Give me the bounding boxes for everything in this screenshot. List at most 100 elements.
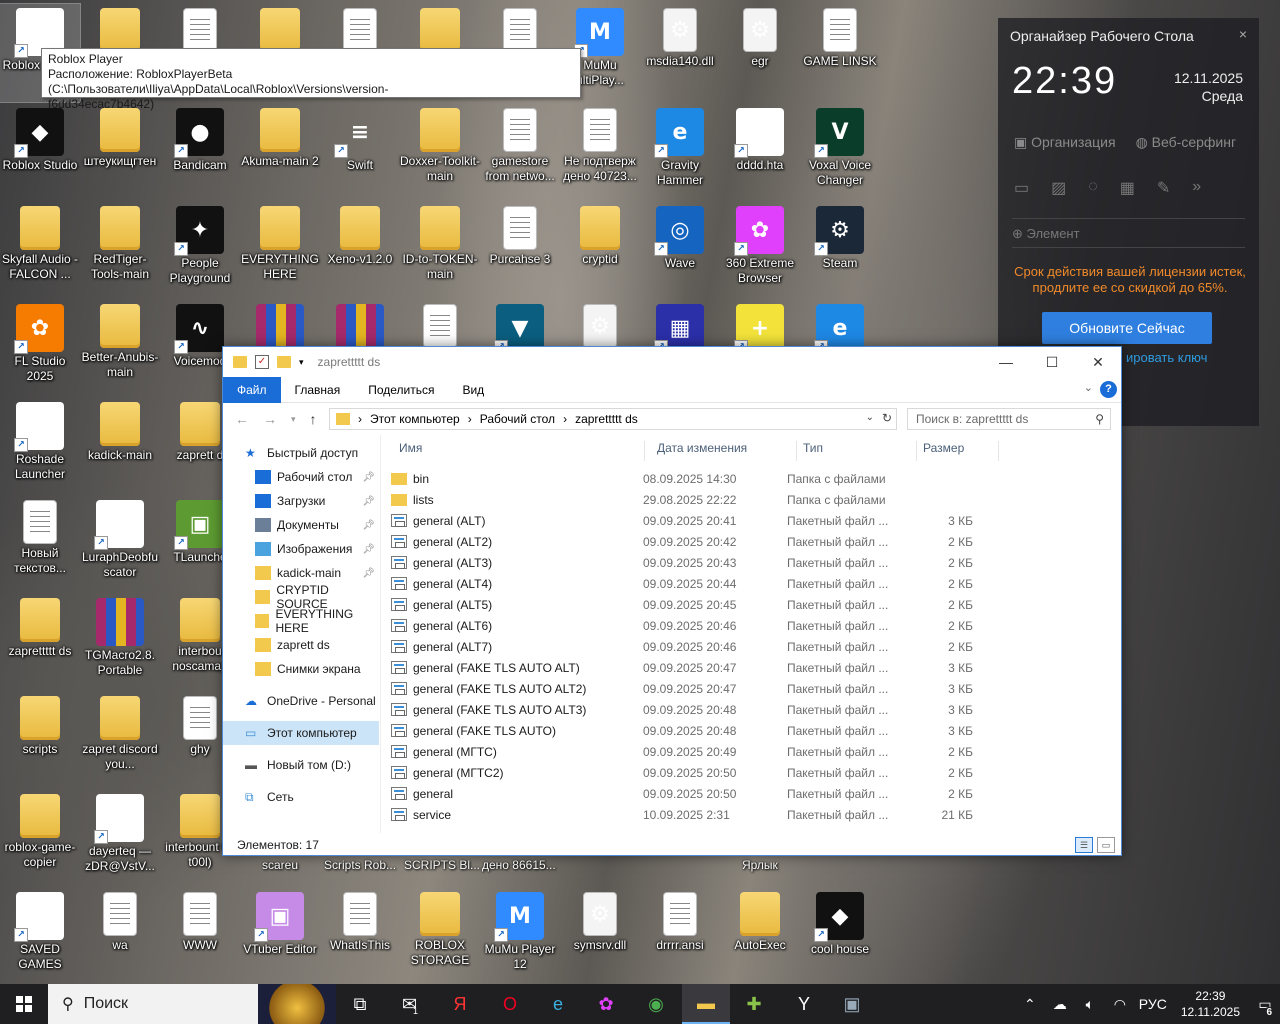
- widget-close-button[interactable]: ×: [1239, 26, 1247, 42]
- image-icon[interactable]: ▨: [1051, 178, 1066, 198]
- column-date[interactable]: Дата изменения: [651, 441, 797, 461]
- chevron-up-icon[interactable]: ⌃: [1015, 984, 1045, 1024]
- system-app-icon[interactable]: ▣: [828, 984, 876, 1024]
- table-row[interactable]: general (ALT) 09.09.2025 20:41 Пакетный фа…: [391, 510, 991, 531]
- yandex-app-icon[interactable]: Я: [436, 984, 484, 1024]
- calculator-icon[interactable]: ▦: [1120, 178, 1135, 198]
- address-bar[interactable]: › Этот компьютер › Рабочий стол › zapret…: [329, 408, 897, 430]
- activate-key-link[interactable]: ировать ключ: [1126, 350, 1207, 365]
- desktop-icon[interactable]: ▰ ↗ SAVED GAMES: [0, 888, 80, 986]
- back-arrow-icon[interactable]: ←: [235, 411, 249, 427]
- desktop-icon[interactable]: Doxxer-Toolkit-main: [400, 104, 480, 202]
- nav-item-img[interactable]: Изображения 📌︎: [223, 537, 379, 561]
- update-now-button[interactable]: Обновите Сейчас: [1042, 312, 1212, 344]
- desktop-icon[interactable]: ◉ ↗ dayerteq — zDR@VstV...: [80, 790, 160, 888]
- desktop-icon[interactable]: GAME LINSK: [800, 4, 880, 102]
- desktop-icon[interactable]: ◆ ↗ Roshade Launcher: [0, 398, 80, 496]
- search-input[interactable]: Поиск в: zaprettttt ds ⚲: [907, 408, 1111, 430]
- drive-icon[interactable]: ▭: [1014, 178, 1029, 198]
- desktop-icon[interactable]: drrrr.ansi: [640, 888, 720, 986]
- desktop-icon[interactable]: ☕ ↗ LuraphDeobfuscator: [80, 496, 160, 594]
- desktop-icon[interactable]: WWW: [160, 888, 240, 986]
- desktop-icon[interactable]: ⚙ ↗ Steam: [800, 202, 880, 300]
- nav-item-desk[interactable]: Рабочий стол 📌︎: [223, 465, 379, 489]
- taskbar-search-box[interactable]: ⚲ Поиск: [48, 984, 336, 1024]
- close-button[interactable]: ✕: [1075, 347, 1121, 377]
- desktop-icon[interactable]: Purcahse 3: [480, 202, 560, 300]
- table-row[interactable]: general (ALT6) 09.09.2025 20:46 Пакетный ф…: [391, 615, 991, 636]
- chrome-icon[interactable]: ◉: [632, 984, 680, 1024]
- explorer-titlebar[interactable]: ✓ ▾ zaprettttt ds — ☐ ✕: [223, 347, 1121, 377]
- file-explorer-icon[interactable]: ▬: [682, 984, 730, 1024]
- widget-element-row[interactable]: ⊕ Элемент: [1012, 218, 1245, 248]
- desktop-icon[interactable]: ✿ ↗ 360 Extreme Browser: [720, 202, 800, 300]
- start-button[interactable]: [0, 984, 48, 1024]
- chevron-right-icon[interactable]: »: [1192, 178, 1201, 198]
- opera-icon[interactable]: O: [486, 984, 534, 1024]
- volume-icon[interactable]: 🔈︎: [1075, 984, 1105, 1024]
- table-row[interactable]: lists 29.08.2025 22:22 Папка с файлами: [391, 489, 991, 510]
- desktop-icon[interactable]: zaprettttt ds: [0, 594, 80, 692]
- table-row[interactable]: general (ALT4) 09.09.2025 20:44 Пакетный ф…: [391, 573, 991, 594]
- tab-view[interactable]: Вид: [448, 377, 498, 403]
- desktop-icon[interactable]: ◎ ↗ Wave: [640, 202, 720, 300]
- table-row[interactable]: general (МГТС2) 09.09.2025 20:50 Пакетный …: [391, 762, 991, 783]
- table-row[interactable]: general 09.09.2025 20:50 Пакетный файл ...…: [391, 783, 991, 804]
- green-plus-app-icon[interactable]: ✚: [730, 984, 778, 1024]
- desktop-icon[interactable]: ⚙ msdia140.dll: [640, 4, 720, 102]
- nav-drive[interactable]: ▬ Новый том (D:): [223, 753, 379, 777]
- nav-item-folder[interactable]: EVERYTHING HERE: [223, 607, 379, 635]
- desktop-icon[interactable]: V ↗ Voxal Voice Changer: [800, 104, 880, 202]
- desktop-icon[interactable]: gamestore from netwo...: [480, 104, 560, 202]
- desktop-icon[interactable]: ◆ ↗ cool house: [800, 888, 880, 986]
- widget-tab-web[interactable]: ◍ Веб-серфинг: [1136, 134, 1237, 151]
- table-row[interactable]: general (ALT3) 09.09.2025 20:43 Пакетный ф…: [391, 552, 991, 573]
- customize-toolbar-icon[interactable]: ▾: [299, 357, 304, 368]
- desktop-icon[interactable]: ✦ ↗ People Playground: [160, 202, 240, 300]
- help-icon[interactable]: ?: [1100, 381, 1117, 398]
- desktop-icon[interactable]: M ↗ MuMu Player 12: [480, 888, 560, 986]
- expand-ribbon-icon[interactable]: ⌄: [1084, 381, 1093, 394]
- table-row[interactable]: general (FAKE TLS AUTO ALT3) 09.09.2025 2…: [391, 699, 991, 720]
- table-row[interactable]: general (МГТС) 09.09.2025 20:49 Пакетный ф…: [391, 741, 991, 762]
- task-view-icon[interactable]: ⧉: [336, 984, 384, 1024]
- desktop-icon[interactable]: ⚙ symsrv.dll: [560, 888, 640, 986]
- desktop-icon[interactable]: WhatIsThis: [320, 888, 400, 986]
- network-icon[interactable]: ☁: [1045, 984, 1075, 1024]
- desktop-icon[interactable]: zapret discord you...: [80, 692, 160, 790]
- wifi-icon[interactable]: ◠: [1105, 984, 1135, 1024]
- taskbar-clock[interactable]: 22:39 12.11.2025: [1181, 988, 1240, 1020]
- nav-quick-access[interactable]: ★ Быстрый доступ: [223, 441, 379, 465]
- chevron-right-icon[interactable]: ›: [358, 412, 362, 426]
- recent-dropdown-icon[interactable]: ▾: [291, 411, 296, 427]
- nav-onedrive[interactable]: ☁ OneDrive - Personal: [223, 689, 379, 713]
- nav-network[interactable]: ⧉ Сеть: [223, 785, 379, 809]
- desktop-icon[interactable]: ✿ ↗ FL Studio 2025: [0, 300, 80, 398]
- tab-home[interactable]: Главная: [281, 377, 355, 403]
- desktop-icon[interactable]: roblox-game-copier: [0, 790, 80, 888]
- nav-this-pc[interactable]: ▭ Этот компьютер: [223, 721, 379, 745]
- desktop-icon[interactable]: ◆ ↗ Roblox Studio: [0, 104, 80, 202]
- desktop-icon[interactable]: Skyfall Audio - FALCON ...: [0, 202, 80, 300]
- browser-360-icon[interactable]: ✿: [582, 984, 630, 1024]
- desktop-icon[interactable]: TGMacro2.8. Portable: [80, 594, 160, 692]
- tab-share[interactable]: Поделиться: [354, 377, 448, 403]
- nav-item-folder[interactable]: CRYPTID SOURCE: [223, 583, 379, 611]
- desktop-icon[interactable]: wa: [80, 888, 160, 986]
- table-row[interactable]: general (FAKE TLS AUTO ALT2) 09.09.2025 2…: [391, 678, 991, 699]
- table-row[interactable]: general (ALT7) 09.09.2025 20:46 Пакетный ф…: [391, 636, 991, 657]
- nav-item-down[interactable]: Загрузки 📌︎: [223, 489, 379, 513]
- desktop-icon[interactable]: EVERYTHING HERE: [240, 202, 320, 300]
- table-row[interactable]: general (ALT2) 09.09.2025 20:42 Пакетный ф…: [391, 531, 991, 552]
- properties-icon[interactable]: ✓: [255, 355, 269, 369]
- nav-item-doc[interactable]: Документы 📌︎: [223, 513, 379, 537]
- desktop-icon[interactable]: ▣ ↗ VTuber Editor: [240, 888, 320, 986]
- table-row[interactable]: general (ALT5) 09.09.2025 20:45 Пакетный ф…: [391, 594, 991, 615]
- desktop-icon[interactable]: ROBLOX STORAGE: [400, 888, 480, 986]
- desktop-icon[interactable]: cryptid: [560, 202, 640, 300]
- desktop-icon[interactable]: kadick-main: [80, 398, 160, 496]
- nav-item-folder[interactable]: Снимки экрана: [223, 657, 379, 681]
- desktop-icon[interactable]: ◈ ↗ dddd.hta: [720, 104, 800, 202]
- eye-off-icon[interactable]: ◌: [1088, 178, 1098, 198]
- new-folder-icon[interactable]: [277, 356, 291, 368]
